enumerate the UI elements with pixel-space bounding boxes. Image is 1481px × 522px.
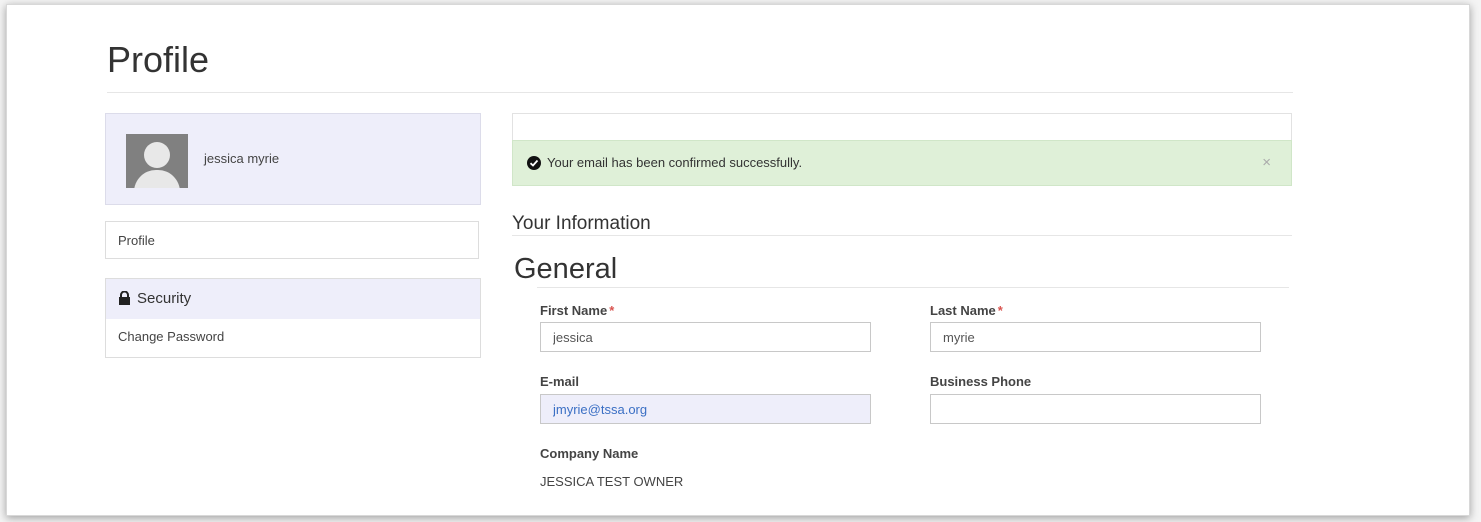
group-title: General (514, 253, 618, 285)
top-strip (512, 113, 1292, 141)
user-card: jessica myrie (105, 113, 481, 205)
last-name-input[interactable] (930, 322, 1261, 352)
security-heading: Security (106, 279, 480, 319)
page-frame: Profile jessica myrie Profile Security C… (6, 4, 1470, 516)
user-name: jessica myrie (204, 151, 280, 166)
title-divider (107, 92, 1293, 93)
section-divider (512, 235, 1292, 236)
last-name-label: Last Name * (930, 303, 1003, 318)
check-circle-icon (527, 156, 541, 170)
sidebar-item-label: Profile (118, 233, 155, 248)
first-name-input[interactable] (540, 322, 871, 352)
close-icon[interactable]: × (1262, 154, 1271, 171)
group-divider (537, 287, 1289, 288)
business-phone-input[interactable] (930, 394, 1261, 424)
user-avatar-icon (126, 134, 188, 188)
success-alert: Your email has been confirmed successful… (512, 140, 1292, 186)
sidebar-item-profile[interactable]: Profile (105, 221, 479, 259)
last-name-label-text: Last Name (930, 303, 996, 318)
company-name-value: JESSICA TEST OWNER (540, 474, 684, 489)
page-title: Profile (107, 39, 210, 80)
first-name-label: First Name * (540, 303, 614, 318)
security-nav-group: Security Change Password (105, 278, 481, 358)
email-field[interactable] (540, 394, 871, 424)
email-label: E-mail (540, 374, 580, 389)
business-phone-label: Business Phone (930, 374, 1032, 389)
alert-message: Your email has been confirmed successful… (547, 155, 803, 170)
first-name-label-text: First Name (540, 303, 608, 318)
required-marker: * (997, 303, 1003, 318)
company-name-label: Company Name (540, 446, 639, 461)
sidebar-item-change-password[interactable]: Change Password (106, 319, 480, 355)
security-heading-label: Security (137, 290, 192, 307)
required-marker: * (609, 303, 615, 318)
lock-icon (118, 281, 131, 321)
sidebar-item-label: Change Password (118, 329, 225, 344)
section-title: Your Information (512, 213, 651, 234)
